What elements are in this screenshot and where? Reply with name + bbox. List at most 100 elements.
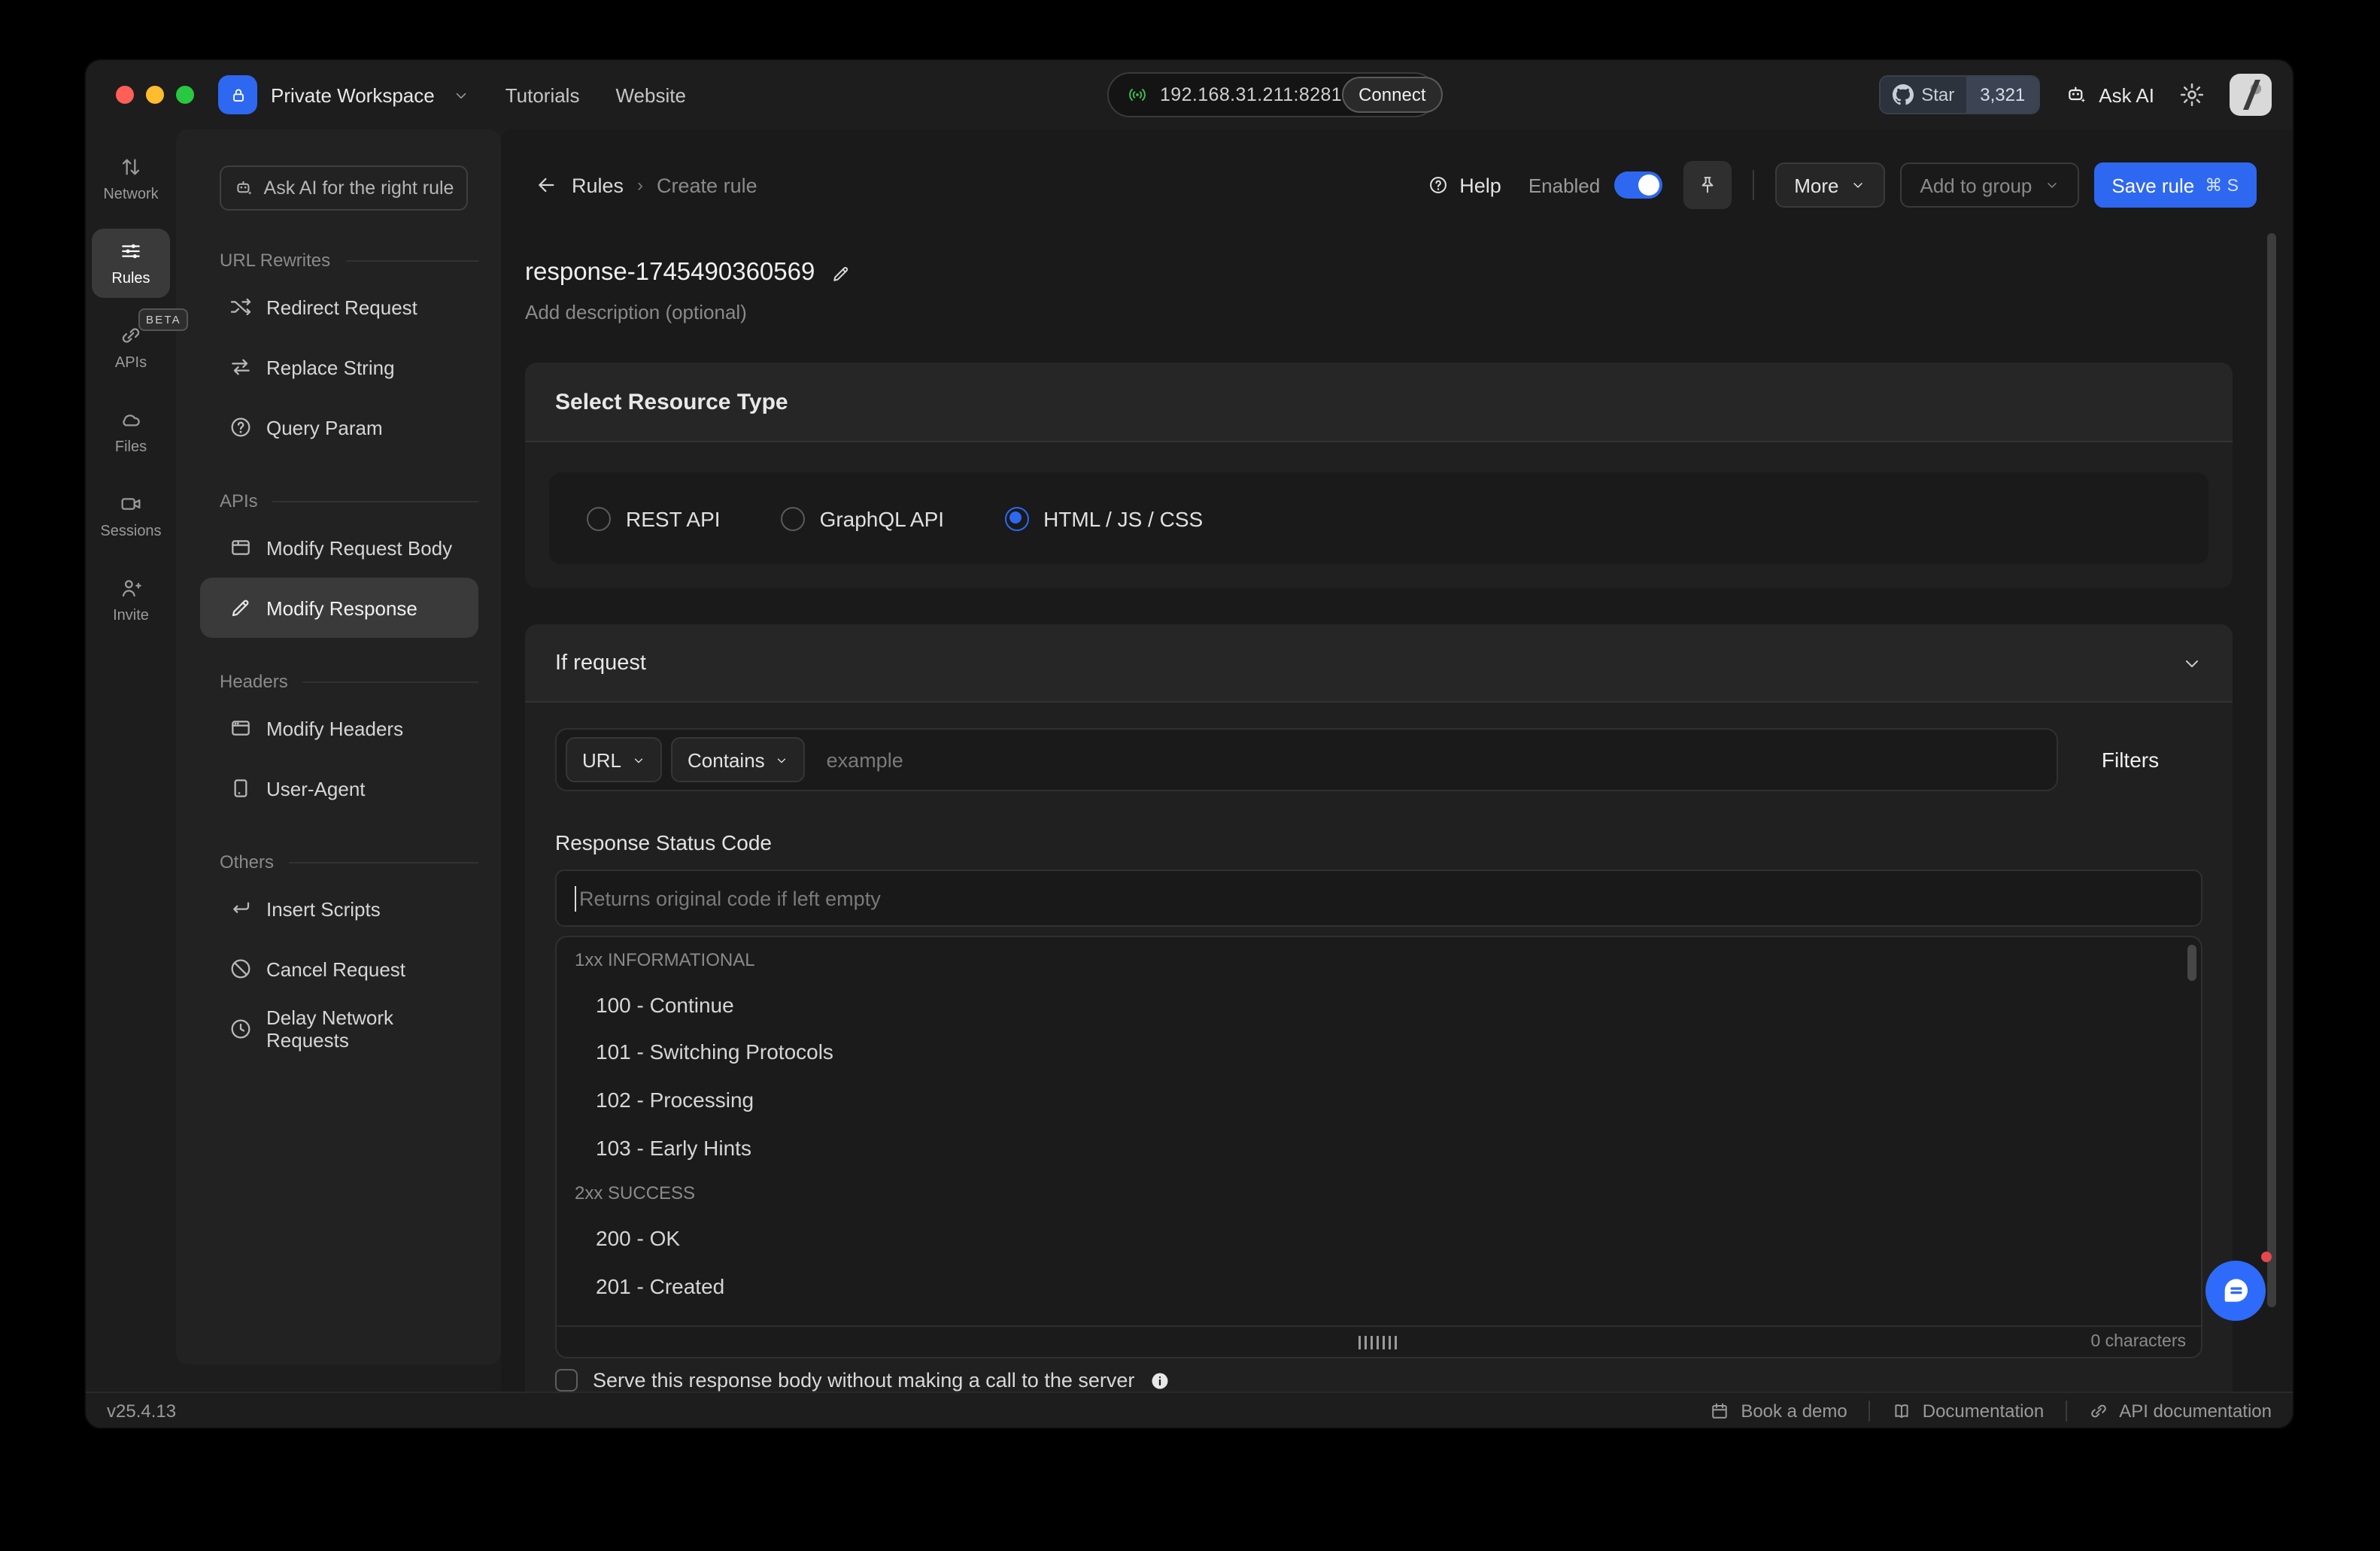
divider xyxy=(1752,170,1753,200)
serve-checkbox[interactable] xyxy=(555,1369,578,1392)
help-button[interactable]: Help xyxy=(1428,174,1501,196)
rule-type-delay-network-requests[interactable]: Delay Network Requests xyxy=(200,999,478,1059)
status-option-101[interactable]: 101 - Switching Protocols xyxy=(557,1028,2201,1076)
notification-dot xyxy=(2261,1252,2272,1262)
rule-type-user-agent[interactable]: User-Agent xyxy=(200,758,478,818)
radio-graphql-api[interactable]: GraphQL API xyxy=(781,506,945,530)
status-group-header: 1xx INFORMATIONAL xyxy=(557,937,2201,981)
app-window: Private Workspace Tutorials Website 192.… xyxy=(86,60,2293,1428)
invite-button[interactable]: Invite xyxy=(89,566,173,635)
lock-icon xyxy=(218,75,257,114)
more-dropdown[interactable]: More xyxy=(1774,162,1885,208)
browser-window-icon xyxy=(229,716,253,740)
sidebar-item-apis[interactable]: BETA APIs xyxy=(89,313,173,382)
breadcrumb-rules[interactable]: Rules xyxy=(572,174,624,196)
add-to-group-dropdown[interactable]: Add to group xyxy=(1901,162,2079,208)
close-window-button[interactable] xyxy=(116,86,134,104)
status-option-100[interactable]: 100 - Continue xyxy=(557,981,2201,1028)
info-icon xyxy=(1149,1370,1170,1391)
signal-icon xyxy=(1127,84,1148,105)
status-code-input[interactable]: Returns original code if left empty xyxy=(555,870,2202,927)
condition-key-dropdown[interactable]: URL xyxy=(566,737,662,782)
api-documentation-link[interactable]: API documentation xyxy=(2087,1400,2272,1421)
section-apis: APIs xyxy=(220,490,478,511)
chat-support-button[interactable] xyxy=(2205,1261,2266,1321)
collapse-chevron-icon[interactable] xyxy=(2181,652,2202,673)
video-camera-icon xyxy=(119,492,143,516)
radio-icon xyxy=(587,506,611,530)
edit-name-button[interactable] xyxy=(830,263,851,284)
rule-type-modify-request-body[interactable]: Modify Request Body xyxy=(200,518,478,578)
status-code-dropdown: 1xx INFORMATIONAL 100 - Continue 101 - S… xyxy=(555,936,2202,1358)
chat-bubble-icon xyxy=(2219,1274,2252,1307)
resize-grip[interactable] xyxy=(1358,1336,1400,1349)
rule-type-modify-headers[interactable]: Modify Headers xyxy=(200,698,478,758)
minimize-window-button[interactable] xyxy=(146,86,164,104)
website-link[interactable]: Website xyxy=(615,83,685,106)
chevron-right-icon: › xyxy=(637,175,643,196)
network-icon xyxy=(119,155,143,179)
rule-name: response-1745490360569 xyxy=(525,259,815,287)
sidebar-item-files[interactable]: Files xyxy=(89,397,173,466)
chevron-down-icon xyxy=(2044,178,2059,193)
connect-button[interactable]: Connect xyxy=(1342,77,1442,113)
if-request-title: If request xyxy=(555,651,646,675)
save-rule-button[interactable]: Save rule ⌘ S xyxy=(2093,162,2257,208)
status-group-header: 2xx SUCCESS xyxy=(557,1171,2201,1215)
request-condition-bar: URL Contains example xyxy=(555,728,2058,791)
section-headers: Headers xyxy=(220,671,478,692)
back-button[interactable] xyxy=(534,173,558,197)
clock-icon xyxy=(229,1017,253,1041)
workspace-switcher[interactable]: Private Workspace xyxy=(218,75,469,114)
filters-button[interactable]: Filters xyxy=(2058,748,2202,772)
condition-operator-dropdown[interactable]: Contains xyxy=(671,737,806,782)
github-star-label: Star xyxy=(1921,84,1954,105)
settings-button[interactable] xyxy=(2178,81,2205,108)
response-status-code-label: Response Status Code xyxy=(555,830,2202,854)
calendar-icon xyxy=(1709,1400,1730,1421)
documentation-link[interactable]: Documentation xyxy=(1891,1400,2044,1421)
enabled-toggle[interactable] xyxy=(1613,171,1662,199)
rule-type-modify-response[interactable]: Modify Response xyxy=(200,578,478,638)
character-count: 0 characters xyxy=(2090,1333,2201,1351)
section-url-rewrites: URL Rewrites xyxy=(220,250,478,271)
chevron-down-icon xyxy=(776,753,789,766)
radio-html-js-css[interactable]: HTML / JS / CSS xyxy=(1004,506,1203,530)
status-option-103[interactable]: 103 - Early Hints xyxy=(557,1124,2201,1171)
status-option-200[interactable]: 200 - OK xyxy=(557,1215,2201,1262)
status-option-102[interactable]: 102 - Processing xyxy=(557,1076,2201,1123)
main-scrollbar[interactable] xyxy=(2267,233,2276,1307)
rule-type-cancel-request[interactable]: Cancel Request xyxy=(200,939,478,999)
device-icon xyxy=(229,776,253,800)
tutorials-link[interactable]: Tutorials xyxy=(505,83,580,106)
person-plus-icon xyxy=(119,576,143,600)
zoom-window-button[interactable] xyxy=(176,86,194,104)
condition-value-input[interactable]: example xyxy=(827,748,903,771)
ask-ai-button[interactable]: Ask AI xyxy=(2064,83,2154,107)
pin-rule-button[interactable] xyxy=(1683,161,1731,209)
rule-type-replace-string[interactable]: Replace String xyxy=(200,337,478,397)
rule-type-redirect-request[interactable]: Redirect Request xyxy=(200,277,478,337)
book-icon xyxy=(1891,1400,1912,1421)
help-icon xyxy=(1428,175,1449,196)
rule-description-input[interactable]: Add description (optional) xyxy=(525,301,747,323)
radio-rest-api[interactable]: REST API xyxy=(587,506,721,530)
dropdown-scrollbar[interactable] xyxy=(2187,945,2196,981)
main-content: Rules › Create rule Help Enabled xyxy=(501,129,2293,1392)
ask-ai-rule-button[interactable]: Ask AI for the right rule xyxy=(220,165,468,211)
sidebar-item-rules[interactable]: Rules xyxy=(92,229,170,298)
window-footer: v25.4.13 Book a demo Documentation API d… xyxy=(86,1392,2293,1428)
book-a-demo-link[interactable]: Book a demo xyxy=(1709,1400,1847,1421)
rule-type-insert-scripts[interactable]: Insert Scripts xyxy=(200,879,478,939)
status-option-201[interactable]: 201 - Created xyxy=(557,1262,2201,1310)
sidebar-item-sessions[interactable]: Sessions xyxy=(89,481,173,551)
sidebar-item-network[interactable]: Network xyxy=(89,144,173,214)
api-plug-icon xyxy=(2087,1400,2108,1421)
github-star-badge[interactable]: Star 3,321 xyxy=(1879,75,2040,114)
rule-type-query-param[interactable]: Query Param xyxy=(200,397,478,457)
radio-checked-icon xyxy=(1004,506,1028,530)
user-avatar[interactable] xyxy=(2230,74,2272,116)
section-others: Others xyxy=(220,851,478,873)
window-controls xyxy=(86,86,194,104)
breadcrumb-create-rule: Create rule xyxy=(657,174,757,196)
